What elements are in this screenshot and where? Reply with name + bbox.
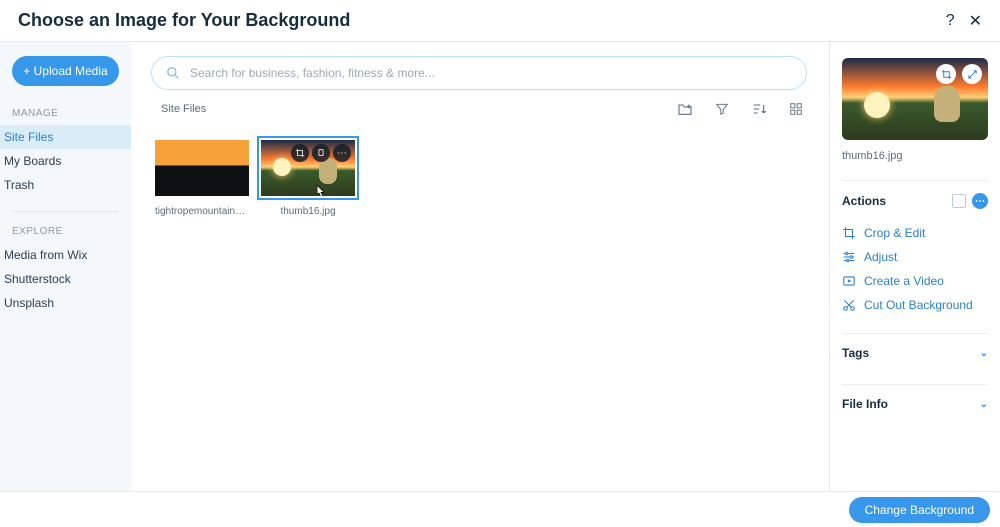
crop-icon[interactable] (291, 144, 309, 162)
main-panel: Site Files tightropemountains.jpg (131, 42, 830, 493)
preview-actions (936, 64, 982, 84)
media-dialog: Choose an Image for Your Background ? ✕ … (0, 0, 1000, 527)
upload-media-button[interactable]: + Upload Media (12, 56, 119, 86)
fileinfo-section-header[interactable]: File Info ⌄ (842, 384, 988, 421)
breadcrumb: Site Files (161, 103, 206, 115)
actions-list: Crop & Edit Adjust Create a Video Cut Ou… (842, 221, 988, 317)
dialog-footer: Change Background (0, 491, 1000, 527)
preview-image (842, 58, 988, 140)
search-input[interactable] (188, 65, 792, 81)
tags-label: Tags (842, 346, 869, 360)
details-panel: thumb16.jpg Actions ⋯ Crop & Edit Adjust… (830, 42, 1000, 493)
thumbnail-image[interactable]: ⋯ (261, 140, 355, 196)
thumbnail-caption: thumb16.jpg (280, 206, 335, 217)
sidebar-item-media-from-wix[interactable]: Media from Wix (0, 243, 131, 267)
chevron-down-icon: ⌄ (980, 399, 988, 410)
search-icon (166, 66, 180, 80)
more-actions-icon[interactable]: ⋯ (972, 193, 988, 209)
gallery-item[interactable]: tightropemountains.jpg (155, 140, 249, 217)
sidebar-section-explore: EXPLORE (12, 226, 131, 237)
toolbar (677, 102, 803, 116)
dialog-header: Choose an Image for Your Background ? ✕ (0, 0, 1000, 42)
sidebar: + Upload Media MANAGE Site Files My Boar… (0, 42, 131, 493)
dialog-title: Choose an Image for Your Background (18, 10, 350, 31)
more-icon[interactable]: ⋯ (333, 144, 351, 162)
sidebar-item-trash[interactable]: Trash (0, 173, 131, 197)
close-icon[interactable]: ✕ (969, 11, 982, 31)
actions-label: Actions (842, 194, 886, 208)
change-background-button[interactable]: Change Background (849, 497, 990, 523)
tag-icon[interactable] (312, 144, 330, 162)
sidebar-item-my-boards[interactable]: My Boards (0, 149, 131, 173)
copy-icon[interactable] (952, 194, 966, 208)
breadcrumb-row: Site Files (151, 102, 807, 116)
action-create-video[interactable]: Create a Video (842, 269, 988, 293)
gallery: tightropemountains.jpg ⋯ t (155, 140, 807, 217)
add-folder-icon[interactable] (677, 102, 693, 116)
thumbnail-image[interactable] (155, 140, 249, 196)
action-crop-edit[interactable]: Crop & Edit (842, 221, 988, 245)
sort-icon[interactable] (751, 102, 767, 116)
cursor-icon (311, 184, 327, 196)
grid-view-icon[interactable] (789, 102, 803, 116)
sidebar-item-shutterstock[interactable]: Shutterstock (0, 267, 131, 291)
sidebar-divider (12, 211, 119, 212)
preview-expand-icon[interactable] (962, 64, 982, 84)
thumbnail-hover-actions: ⋯ (291, 144, 351, 162)
sidebar-item-unsplash[interactable]: Unsplash (0, 291, 131, 315)
action-adjust[interactable]: Adjust (842, 245, 988, 269)
thumbnail-caption: tightropemountains.jpg (155, 206, 249, 217)
preview-filename: thumb16.jpg (842, 150, 988, 162)
preview-crop-icon[interactable] (936, 64, 956, 84)
chevron-down-icon: ⌄ (980, 348, 988, 359)
help-icon[interactable]: ? (946, 12, 955, 30)
fileinfo-label: File Info (842, 397, 888, 411)
actions-section-header: Actions ⋯ (842, 180, 988, 219)
gallery-item[interactable]: ⋯ thumb16.jpg (261, 140, 355, 217)
dialog-body: + Upload Media MANAGE Site Files My Boar… (0, 42, 1000, 493)
tags-section-header[interactable]: Tags ⌄ (842, 333, 988, 370)
search-bar[interactable] (151, 56, 807, 90)
action-cut-out-bg[interactable]: Cut Out Background (842, 293, 988, 317)
sidebar-section-manage: MANAGE (12, 108, 131, 119)
filter-icon[interactable] (715, 102, 729, 116)
sidebar-item-site-files[interactable]: Site Files (0, 125, 131, 149)
header-actions: ? ✕ (946, 11, 982, 31)
